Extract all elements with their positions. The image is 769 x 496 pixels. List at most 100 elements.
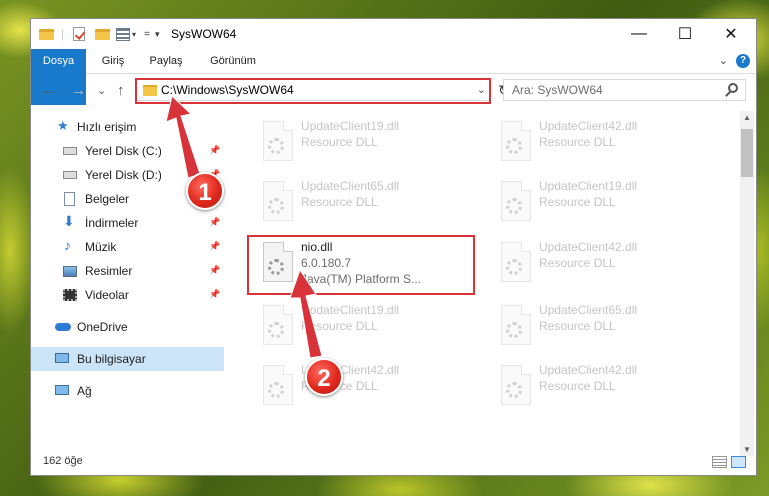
- recent-locations-button[interactable]: ⌄: [97, 84, 106, 97]
- pictures-icon: [63, 266, 77, 277]
- file-name: UpdateClient19.dll: [301, 119, 400, 133]
- sidebar-item-label: Yerel Disk (C:): [85, 144, 162, 158]
- videos-icon: [63, 289, 77, 301]
- file-name: UpdateClient19.dll: [301, 303, 400, 317]
- sidebar-item-label: Ağ: [77, 384, 92, 398]
- file-description: Resource DLL: [301, 135, 378, 149]
- title-bar: | ▾ = ▾ SysWOW64 — ☐ ✕: [31, 19, 756, 49]
- file-name: UpdateClient42.dll: [539, 119, 638, 133]
- sidebar-item-label: Müzik: [85, 240, 117, 254]
- sidebar-item-pictures[interactable]: Resimler 📌: [31, 259, 224, 283]
- file-name: UpdateClient65.dll: [301, 179, 400, 193]
- address-path: C:\Windows\SysWOW64: [161, 83, 294, 97]
- explorer-window: | ▾ = ▾ SysWOW64 — ☐ ✕ Dosya Giriş Payla…: [30, 18, 757, 476]
- pin-icon: 📌: [209, 289, 221, 299]
- search-placeholder: Ara: SysWOW64: [512, 83, 603, 97]
- details-view-icon[interactable]: [712, 456, 727, 468]
- sidebar-item-music[interactable]: ♪ Müzik 📌: [31, 235, 224, 259]
- search-icon[interactable]: [728, 83, 738, 93]
- sidebar-item-videos[interactable]: Videolar 📌: [31, 283, 224, 307]
- sidebar-item-onedrive[interactable]: OneDrive: [31, 315, 224, 339]
- file-item[interactable]: UpdateClient42.dll Resource DLL: [489, 357, 719, 413]
- scroll-down-icon[interactable]: ▼: [743, 445, 751, 454]
- sidebar-item-label: OneDrive: [77, 320, 128, 334]
- search-input[interactable]: Ara: SysWOW64: [503, 79, 746, 101]
- sidebar-item-this-pc[interactable]: Bu bilgisayar: [31, 347, 224, 371]
- tab-view[interactable]: Görünüm: [201, 49, 265, 73]
- tiles-view-icon[interactable]: [731, 456, 746, 468]
- item-count: 162 öğe: [43, 455, 83, 467]
- file-name: UpdateClient42.dll: [539, 363, 638, 377]
- file-description: Java(TM) Platform S...: [301, 272, 422, 286]
- window-title: SysWOW64: [171, 27, 237, 41]
- back-button[interactable]: ←: [41, 82, 56, 99]
- dll-file-icon: [501, 305, 531, 345]
- sidebar-item-downloads[interactable]: ⬇ İndirmeler 📌: [31, 211, 224, 235]
- file-item-nio-dll[interactable]: nio.dll 6.0.180.7 Java(TM) Platform S...: [251, 234, 481, 290]
- sidebar-item-label: Hızlı erişim: [77, 120, 137, 134]
- pin-icon: 📌: [209, 265, 221, 275]
- sidebar-item-local-disk-c[interactable]: Yerel Disk (C:) 📌: [31, 139, 224, 163]
- maximize-button[interactable]: ☐: [662, 19, 708, 49]
- sidebar-item-label: Belgeler: [85, 192, 130, 206]
- customize-toolbar-icon[interactable]: ▾: [116, 25, 136, 43]
- file-description: Resource DLL: [301, 195, 378, 209]
- file-item[interactable]: UpdateClient65.dll Resource DLL: [251, 173, 481, 229]
- file-item[interactable]: UpdateClient19.dll Resource DLL: [251, 297, 481, 353]
- sidebar-item-label: Resimler: [85, 264, 133, 278]
- ribbon-expand-icon[interactable]: ⌄: [719, 54, 728, 67]
- dll-file-icon: [501, 121, 531, 161]
- file-version: 6.0.180.7: [301, 256, 352, 270]
- tab-home[interactable]: Giriş: [91, 49, 135, 73]
- properties-check-icon[interactable]: [73, 25, 85, 43]
- address-bar[interactable]: C:\Windows\SysWOW64 ⌄: [136, 79, 491, 101]
- forward-button[interactable]: →: [71, 82, 86, 99]
- file-name: UpdateClient65.dll: [539, 303, 638, 317]
- sidebar-item-quick-access[interactable]: ★ Hızlı erişim: [31, 115, 224, 139]
- sidebar-item-label: İndirmeler: [85, 216, 139, 230]
- sidebar-item-network[interactable]: Ağ: [31, 379, 224, 403]
- new-folder-icon[interactable]: [95, 25, 110, 43]
- file-item[interactable]: UpdateClient42.dll Resource DLL: [489, 234, 719, 290]
- minimize-button[interactable]: —: [616, 19, 662, 49]
- file-item[interactable]: UpdateClient65.dll Resource DLL: [489, 297, 719, 353]
- quick-access-chevron-icon[interactable]: ▾: [155, 25, 160, 43]
- sidebar-item-label: Bu bilgisayar: [77, 352, 146, 366]
- sidebar-item-label: Videolar: [85, 288, 129, 302]
- tab-share[interactable]: Paylaş: [141, 49, 191, 73]
- documents-icon: [64, 192, 75, 206]
- file-item[interactable]: UpdateClient19.dll Resource DLL: [489, 173, 719, 229]
- download-icon: ⬇: [63, 213, 75, 229]
- scroll-up-icon[interactable]: ▲: [743, 113, 751, 122]
- file-description: Resource DLL: [539, 195, 616, 209]
- ribbon-tabs: Dosya Giriş Paylaş Görünüm ⌄ ?: [31, 49, 756, 105]
- dll-file-icon: [501, 365, 531, 405]
- file-item[interactable]: UpdateClient42.dll Resource DLL: [251, 357, 481, 413]
- computer-icon: [55, 353, 69, 363]
- vertical-scrollbar[interactable]: ▲ ▼: [740, 111, 754, 456]
- dll-file-icon: [263, 181, 293, 221]
- quick-access-dropdown-icon[interactable]: =: [144, 25, 150, 43]
- file-name: nio.dll: [301, 240, 333, 254]
- navigation-pane: ★ Hızlı erişim Yerel Disk (C:) 📌 Yerel D…: [31, 111, 224, 451]
- dll-file-icon: [263, 121, 293, 161]
- folder-icon: [143, 85, 157, 96]
- address-dropdown-icon[interactable]: ⌄: [477, 83, 486, 96]
- close-button[interactable]: ✕: [708, 19, 754, 49]
- navigation-bar: ← → ⌄ ↑ C:\Windows\SysWOW64 ⌄ ↻ Ara: Sys…: [31, 74, 756, 108]
- file-name: UpdateClient19.dll: [539, 179, 638, 193]
- pin-icon: 📌: [209, 241, 221, 251]
- view-toggle: [712, 456, 746, 468]
- file-item[interactable]: UpdateClient19.dll Resource DLL: [251, 113, 481, 169]
- star-icon: ★: [57, 118, 69, 133]
- file-description: Resource DLL: [539, 319, 616, 333]
- help-icon[interactable]: ?: [736, 54, 750, 68]
- dll-file-icon: [263, 365, 293, 405]
- file-item[interactable]: UpdateClient42.dll Resource DLL: [489, 113, 719, 169]
- up-button[interactable]: ↑: [117, 82, 125, 99]
- drive-icon: [63, 171, 77, 179]
- scrollbar-thumb[interactable]: [741, 129, 753, 177]
- pin-icon: 📌: [209, 217, 221, 227]
- pin-icon: 📌: [209, 145, 221, 155]
- dll-file-icon: [263, 305, 293, 345]
